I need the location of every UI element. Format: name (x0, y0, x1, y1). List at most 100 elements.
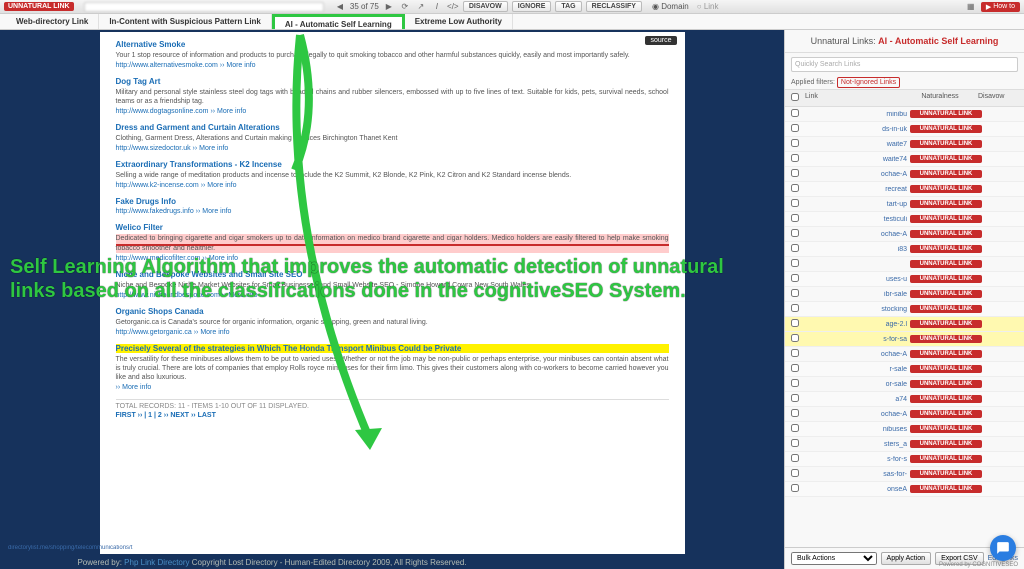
table-row[interactable]: age-2.lUNNATURAL LINK (785, 317, 1024, 332)
table-row[interactable]: i83UNNATURAL LINK (785, 242, 1024, 257)
col-naturalness[interactable]: Naturalness (902, 93, 978, 103)
table-row[interactable]: ibr-saleUNNATURAL LINK (785, 287, 1024, 302)
row-checkbox[interactable] (791, 199, 799, 207)
table-row[interactable]: ochae-AUNNATURAL LINK (785, 167, 1024, 182)
table-row[interactable]: s-for-saUNNATURAL LINK (785, 332, 1024, 347)
row-unnat-badge[interactable]: UNNATURAL LINK (910, 410, 982, 418)
row-checkbox[interactable] (791, 124, 799, 132)
filter-tag[interactable]: Not-Ignored Links (837, 77, 900, 88)
source-badge[interactable]: source (645, 36, 676, 45)
tab-webdir[interactable]: Web-directory Link (6, 14, 99, 29)
entry-url[interactable]: http://www.medicofilter.com ›› More info (116, 255, 669, 262)
italic-icon[interactable]: I (431, 1, 443, 13)
url-bar[interactable] (84, 2, 324, 12)
entry-url[interactable]: ›› More info (116, 384, 669, 391)
row-checkbox[interactable] (791, 349, 799, 357)
search-input[interactable]: Quickly Search Links (791, 57, 1018, 72)
row-unnat-badge[interactable]: UNNATURAL LINK (910, 380, 982, 388)
tab-suspicious[interactable]: In-Content with Suspicious Pattern Link (99, 14, 272, 29)
row-checkbox[interactable] (791, 259, 799, 267)
entry-title[interactable]: Niche and Bespoke Websites and Small Sit… (116, 270, 669, 279)
row-unnat-badge[interactable]: UNNATURAL LINK (910, 245, 982, 253)
row-unnat-badge[interactable]: UNNATURAL LINK (910, 185, 982, 193)
row-checkbox[interactable] (791, 454, 799, 462)
row-unnat-badge[interactable]: UNNATURAL LINK (910, 215, 982, 223)
row-checkbox[interactable] (791, 484, 799, 492)
entry-url[interactable]: http://www.getorganic.ca ›› More info (116, 329, 669, 336)
col-link[interactable]: Link (805, 93, 902, 103)
table-row[interactable]: waite7UNNATURAL LINK (785, 137, 1024, 152)
row-checkbox[interactable] (791, 394, 799, 402)
row-unnat-badge[interactable]: UNNATURAL LINK (910, 275, 982, 283)
table-row[interactable]: recreatUNNATURAL LINK (785, 182, 1024, 197)
row-checkbox[interactable] (791, 409, 799, 417)
table-row[interactable]: onseAUNNATURAL LINK (785, 482, 1024, 497)
chat-bubble-icon[interactable] (990, 535, 1016, 561)
ignore-button[interactable]: IGNORE (512, 1, 552, 12)
external-icon[interactable]: ↗ (415, 1, 427, 13)
disavow-button[interactable]: DISAVOW (463, 1, 508, 12)
howto-button[interactable]: ▶ How to (981, 2, 1020, 12)
row-checkbox[interactable] (791, 319, 799, 327)
entry-url[interactable]: http://www.k2-incense.com ›› More info (116, 182, 669, 189)
prev-icon[interactable]: ◀ (334, 1, 346, 13)
row-checkbox[interactable] (791, 154, 799, 162)
next-icon[interactable]: ▶ (383, 1, 395, 13)
row-unnat-badge[interactable]: UNNATURAL LINK (910, 470, 982, 478)
entry-title[interactable]: Alternative Smoke (116, 40, 669, 49)
refresh-icon[interactable]: ⟳ (399, 1, 411, 13)
table-row[interactable]: ochae-AUNNATURAL LINK (785, 347, 1024, 362)
row-checkbox[interactable] (791, 364, 799, 372)
table-row[interactable]: sters_aUNNATURAL LINK (785, 437, 1024, 452)
entry-title[interactable]: Dress and Garment and Curtain Alteration… (116, 123, 669, 132)
row-unnat-badge[interactable]: UNNATURAL LINK (910, 395, 982, 403)
table-row[interactable]: stockingUNNATURAL LINK (785, 302, 1024, 317)
table-row[interactable]: minibuUNNATURAL LINK (785, 107, 1024, 122)
row-unnat-badge[interactable]: UNNATURAL LINK (910, 365, 982, 373)
row-checkbox[interactable] (791, 229, 799, 237)
entry-url[interactable]: http://www.dogtagsonline.com ›› More inf… (116, 108, 669, 115)
row-unnat-badge[interactable]: UNNATURAL LINK (910, 155, 982, 163)
row-checkbox[interactable] (791, 439, 799, 447)
row-unnat-badge[interactable]: UNNATURAL LINK (910, 320, 982, 328)
row-checkbox[interactable] (791, 289, 799, 297)
domain-toggle[interactable]: ◉ Domain (652, 2, 689, 11)
entry-url[interactable]: http://www.nicheandbespoke.com ›› More i… (116, 292, 669, 299)
reclassify-button[interactable]: RECLASSIFY (586, 1, 642, 12)
row-unnat-badge[interactable]: UNNATURAL LINK (910, 260, 982, 268)
entry-title[interactable]: Dog Tag Art (116, 77, 669, 86)
row-unnat-badge[interactable]: UNNATURAL LINK (910, 200, 982, 208)
footer-link[interactable]: Php Link Directory (124, 558, 189, 567)
grid-icon[interactable]: ▦ (965, 1, 977, 13)
tab-low-authority[interactable]: Extreme Low Authority (405, 14, 513, 29)
table-row[interactable]: testiculiUNNATURAL LINK (785, 212, 1024, 227)
col-disavow[interactable]: Disavow (978, 93, 1018, 103)
row-unnat-badge[interactable]: UNNATURAL LINK (910, 290, 982, 298)
row-unnat-badge[interactable]: UNNATURAL LINK (910, 140, 982, 148)
row-unnat-badge[interactable]: UNNATURAL LINK (910, 485, 982, 493)
link-toggle[interactable]: ○ Link (697, 2, 719, 11)
row-checkbox[interactable] (791, 424, 799, 432)
apply-action-button[interactable]: Apply Action (881, 552, 932, 565)
row-checkbox[interactable] (791, 304, 799, 312)
entry-url[interactable]: http://www.alternativesmoke.com ›› More … (116, 62, 669, 69)
row-unnat-badge[interactable]: UNNATURAL LINK (910, 125, 982, 133)
entry-title[interactable]: Welico Filter (116, 223, 669, 232)
code-icon[interactable]: </> (447, 1, 459, 13)
entry-title[interactable]: Fake Drugs Info (116, 197, 669, 206)
table-row[interactable]: a74UNNATURAL LINK (785, 392, 1024, 407)
row-checkbox[interactable] (791, 169, 799, 177)
row-unnat-badge[interactable]: UNNATURAL LINK (910, 170, 982, 178)
row-unnat-badge[interactable]: UNNATURAL LINK (910, 110, 982, 118)
table-row[interactable]: s-for-sUNNATURAL LINK (785, 452, 1024, 467)
table-row[interactable]: r-saleUNNATURAL LINK (785, 362, 1024, 377)
row-unnat-badge[interactable]: UNNATURAL LINK (910, 440, 982, 448)
bulk-actions-select[interactable]: Bulk Actions (791, 552, 877, 565)
row-unnat-badge[interactable]: UNNATURAL LINK (910, 335, 982, 343)
table-row[interactable]: ds-in-ukUNNATURAL LINK (785, 122, 1024, 137)
row-checkbox[interactable] (791, 244, 799, 252)
select-all-checkbox[interactable] (791, 93, 799, 101)
entry-title[interactable]: Organic Shops Canada (116, 307, 669, 316)
row-checkbox[interactable] (791, 334, 799, 342)
entry-url[interactable]: http://www.sizedoctor.uk ›› More info (116, 145, 669, 152)
